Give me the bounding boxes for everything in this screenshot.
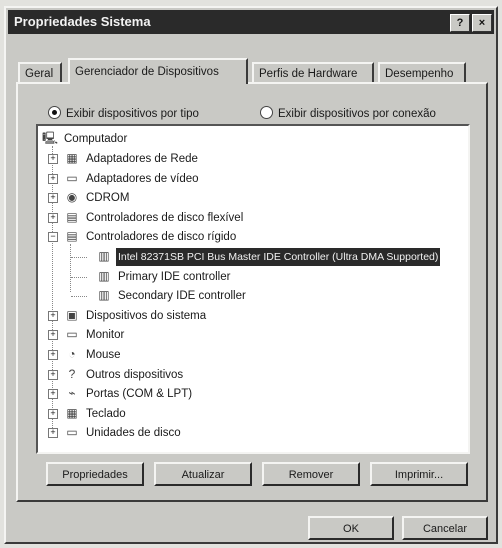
expand-icon[interactable]: + [48, 213, 58, 223]
ide-controller-icon: ▥ [98, 249, 110, 263]
radio-by-type-label: Exibir dispositivos por tipo [66, 108, 199, 120]
help-button[interactable]: ? [450, 14, 470, 32]
tree-item-label: Intel 82371SB PCI Bus Master IDE Control… [116, 248, 441, 266]
ide-controller-icon: ▥ [98, 269, 110, 283]
tree-item-label: Portas (COM & LPT) [86, 388, 193, 400]
system-device-icon: ▣ [66, 308, 78, 322]
tab-device-manager[interactable]: Gerenciador de Dispositivos [68, 58, 248, 84]
tree-root-label: Computador [64, 133, 128, 145]
port-icon: ⌁ [68, 386, 76, 400]
tree-item-label: Dispositivos do sistema [86, 310, 207, 322]
print-button[interactable]: Imprimir... [370, 462, 468, 486]
cdrom-icon: ◉ [66, 190, 78, 204]
expand-icon[interactable]: + [48, 311, 58, 321]
tree-item-label: Mouse [86, 349, 121, 361]
floppy-controller-icon: ▤ [66, 210, 78, 224]
title-bar[interactable]: Propriedades Sistema ? × [8, 10, 494, 34]
cancel-button[interactable]: Cancelar [402, 516, 488, 540]
refresh-button[interactable]: Atualizar [154, 462, 252, 486]
network-icon: ▦ [66, 151, 78, 165]
keyboard-icon: ▦ [66, 406, 78, 420]
monitor-icon: ▭ [66, 327, 78, 341]
collapse-icon[interactable]: − [48, 232, 58, 242]
tree-connector [71, 296, 87, 297]
disk-controller-icon: ▤ [66, 229, 78, 243]
expand-icon[interactable]: + [48, 193, 58, 203]
computer-icon: 🖳 [42, 131, 59, 145]
tab-geral[interactable]: Geral [18, 62, 62, 82]
tab-performance[interactable]: Desempenho [378, 62, 466, 82]
ide-controller-icon: ▥ [98, 288, 110, 302]
monitor-icon: ▭ [66, 171, 78, 185]
radio-by-connection-label: Exibir dispositivos por conexão [278, 108, 436, 120]
tree-item-label: Unidades de disco [86, 427, 181, 439]
close-button[interactable]: × [472, 14, 492, 32]
tree-item-label: Outros dispositivos [86, 369, 184, 381]
question-icon: ? [68, 367, 76, 381]
tree-item-label: Teclado [86, 408, 126, 420]
tree-item-label: Adaptadores de vídeo [86, 173, 199, 185]
system-properties-window: Propriedades Sistema ? × Geral Gerenciad… [4, 6, 498, 544]
tree-connector [70, 244, 71, 292]
radio-selected-icon [48, 106, 61, 119]
tree-connector [71, 277, 87, 278]
expand-icon[interactable]: + [48, 428, 58, 438]
radio-unselected-icon [260, 106, 273, 119]
tree-item-label: Monitor [86, 329, 125, 341]
tree-item-label: Controladores de disco rígido [86, 231, 237, 243]
radio-by-connection[interactable]: Exibir dispositivos por conexão [260, 106, 436, 120]
remove-button[interactable]: Remover [262, 462, 360, 486]
tree-item-label: Controladores de disco flexível [86, 212, 244, 224]
tree-item-label: Adaptadores de Rede [86, 153, 198, 165]
expand-icon[interactable]: + [48, 389, 58, 399]
tree-item-label: Secondary IDE controller [118, 290, 246, 302]
mouse-icon: ◔ [68, 347, 76, 361]
device-tree[interactable]: 🖳 Computador + ▦ Adaptadores de Rede + ▭ Adap… [36, 124, 470, 454]
expand-icon[interactable]: + [48, 154, 58, 164]
expand-icon[interactable]: + [48, 370, 58, 380]
ok-button[interactable]: OK [308, 516, 394, 540]
window-title: Propriedades Sistema [14, 14, 151, 29]
disk-drive-icon: ▭ [66, 425, 78, 439]
properties-button[interactable]: Propriedades [46, 462, 144, 486]
tab-hardware-profiles[interactable]: Perfis de Hardware [252, 62, 374, 82]
tree-item-label: CDROM [86, 192, 130, 204]
expand-icon[interactable]: + [48, 350, 58, 360]
radio-by-type[interactable]: Exibir dispositivos por tipo [48, 106, 199, 120]
tree-connector [71, 257, 87, 258]
tree-item-label: Primary IDE controller [118, 271, 231, 283]
expand-icon[interactable]: + [48, 174, 58, 184]
expand-icon[interactable]: + [48, 330, 58, 340]
expand-icon[interactable]: + [48, 409, 58, 419]
